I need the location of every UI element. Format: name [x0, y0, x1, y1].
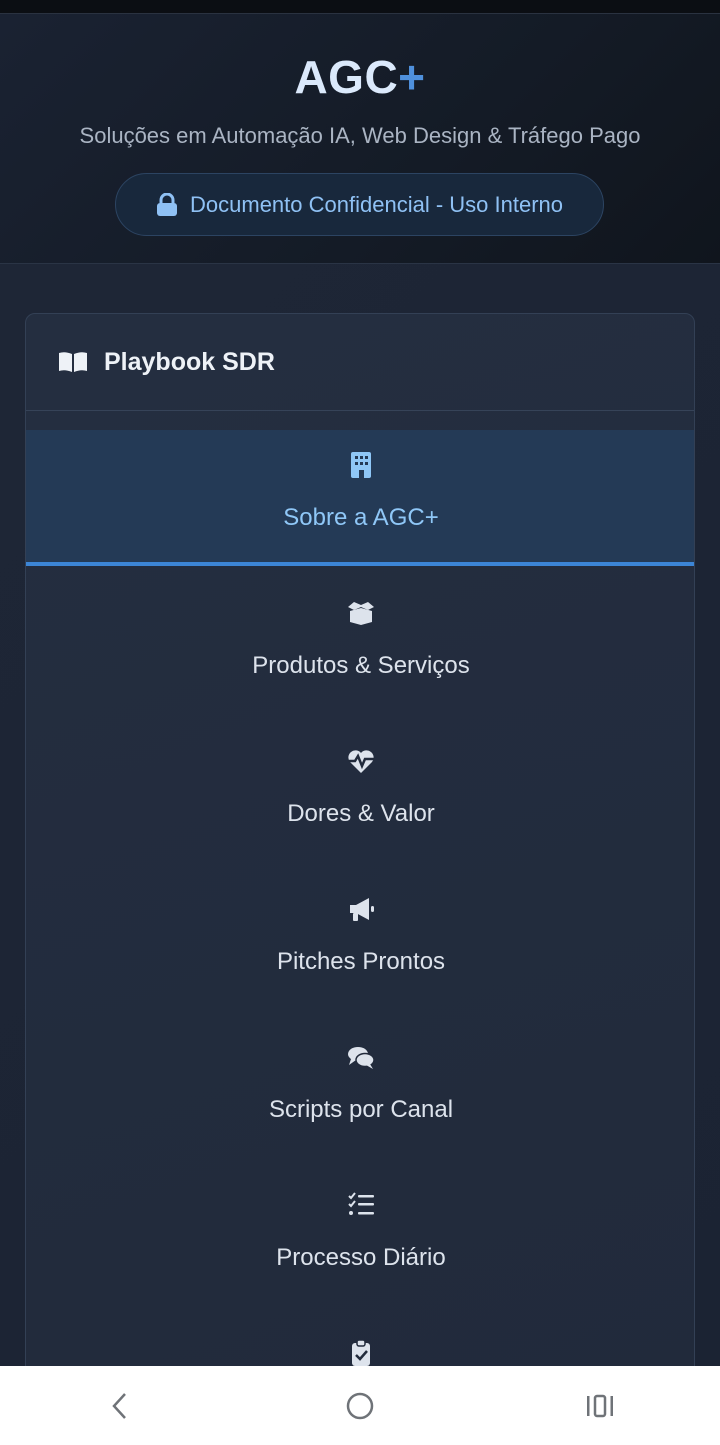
recents-icon: [587, 1394, 613, 1417]
megaphone-icon: [350, 898, 374, 921]
card-header: Playbook SDR: [26, 314, 694, 411]
back-icon: [112, 1392, 126, 1419]
home-icon: [346, 1392, 374, 1419]
comments-icon: [348, 1047, 375, 1069]
tab-dores[interactable]: Dores & Valor: [26, 726, 694, 874]
lock-icon: [157, 192, 178, 216]
tab-processo[interactable]: Processo Diário: [26, 1170, 694, 1318]
heart-pulse-icon: [348, 750, 374, 773]
tab-pitches[interactable]: Pitches Prontos: [26, 874, 694, 1022]
brand-plus: +: [398, 51, 426, 103]
tab-label: Scripts por Canal: [268, 1096, 454, 1123]
playbook-card: Playbook SDR Sobre a AGC+ Produtos & Ser…: [25, 313, 695, 1413]
card-title: Playbook SDR: [104, 347, 275, 376]
clipboard-check-icon: [352, 1339, 370, 1366]
confidential-badge: Documento Confidencial - Uso Interno: [115, 173, 604, 236]
back-button[interactable]: [90, 1376, 150, 1436]
tab-label: Processo Diário: [276, 1244, 446, 1271]
brand-logo: AGC+: [0, 50, 720, 104]
brand-name: AGC: [294, 51, 399, 103]
header-subtitle: Soluções em Automação IA, Web Design & T…: [79, 123, 641, 148]
box-icon: [348, 602, 374, 625]
tab-sobre[interactable]: Sobre a AGC+: [26, 430, 694, 566]
page-header: AGC+ Soluções em Automação IA, Web Desig…: [0, 14, 720, 264]
recents-button[interactable]: [570, 1376, 630, 1436]
tab-label: Produtos & Serviços: [252, 652, 470, 679]
main-content: Playbook SDR Sobre a AGC+ Produtos & Ser…: [0, 264, 720, 1413]
status-bar: [0, 0, 720, 14]
tab-label: Sobre a AGC+: [283, 504, 439, 531]
tab-label: Dores & Valor: [287, 800, 435, 827]
playbook-nav: Sobre a AGC+ Produtos & Serviços Dores &…: [26, 430, 694, 1412]
building-icon: [351, 452, 371, 478]
confidential-label: Documento Confidencial - Uso Interno: [190, 191, 563, 217]
checklist-icon: [348, 1192, 374, 1215]
tab-label: Pitches Prontos: [276, 948, 446, 975]
system-navigation-bar: [0, 1366, 720, 1445]
home-button[interactable]: [330, 1376, 390, 1436]
tab-scripts[interactable]: Scripts por Canal: [26, 1022, 694, 1170]
book-icon: [59, 352, 87, 372]
tab-produtos[interactable]: Produtos & Serviços: [26, 578, 694, 726]
